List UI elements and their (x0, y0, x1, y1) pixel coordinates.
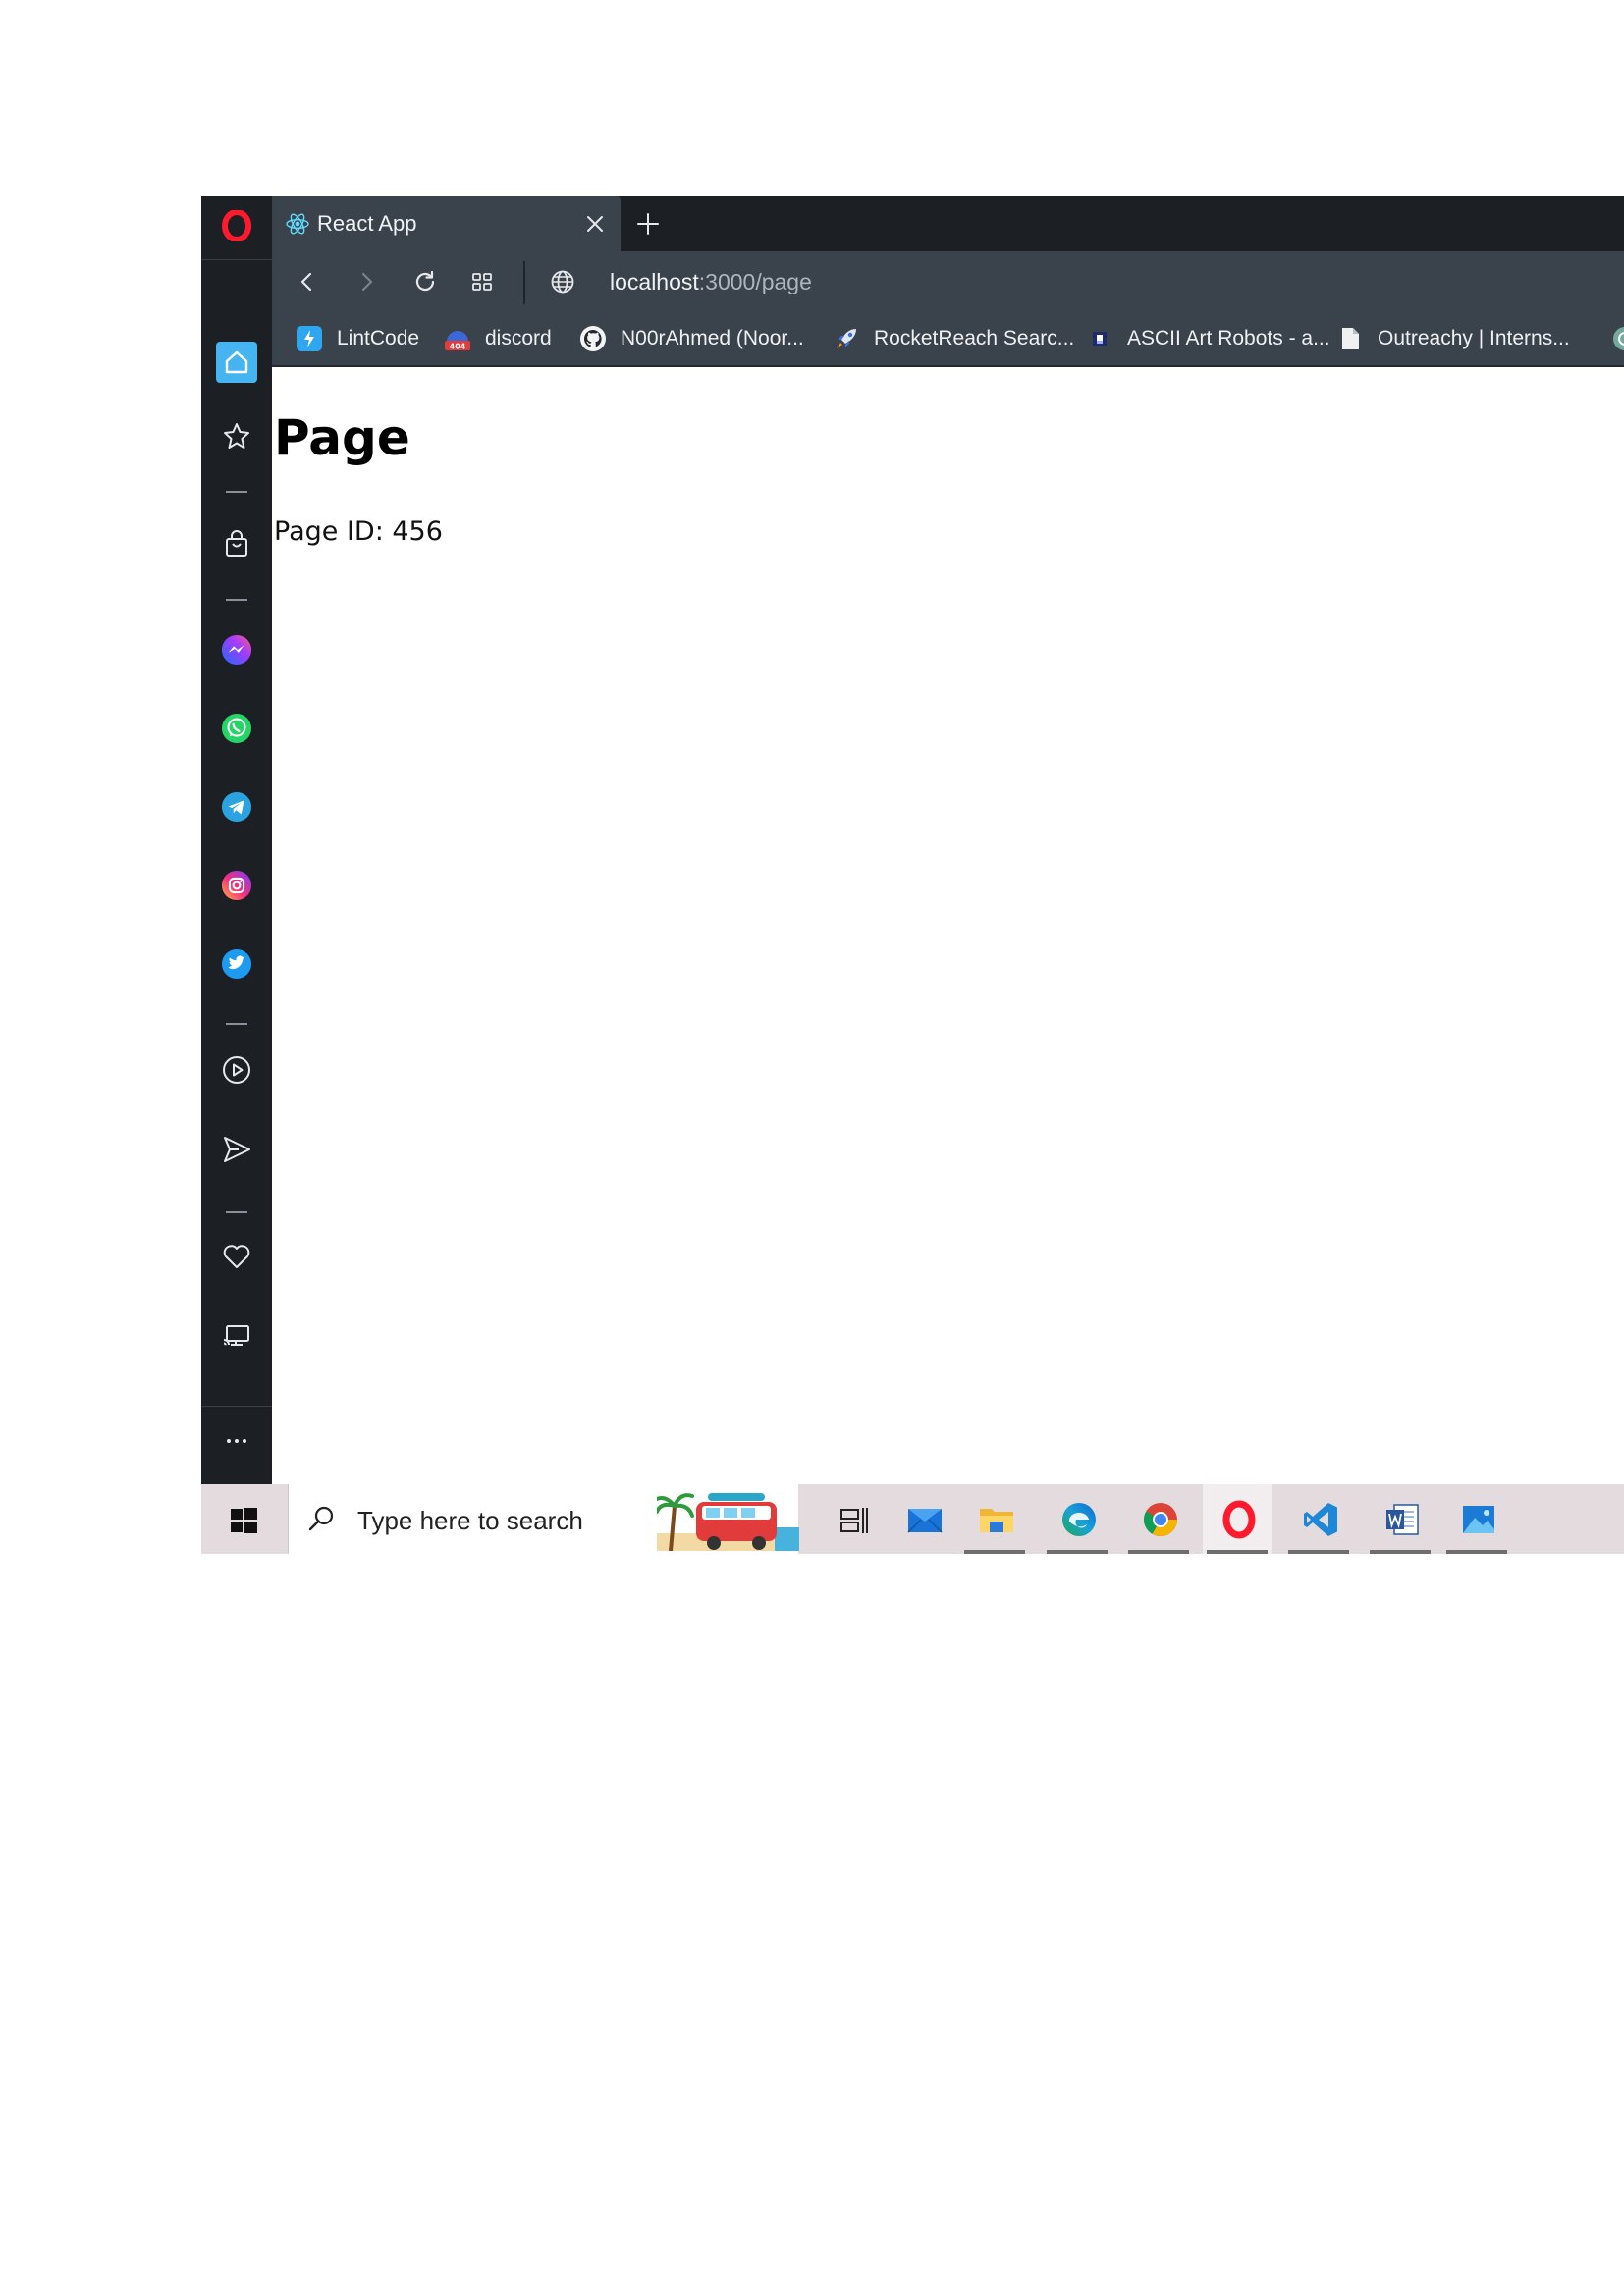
shopping-bag-icon[interactable] (221, 528, 252, 560)
document-icon (1342, 328, 1359, 349)
github-icon (580, 326, 606, 351)
sidebar-divider (201, 259, 272, 260)
taskbar-file-explorer[interactable] (960, 1484, 1029, 1554)
robot-icon (1093, 332, 1107, 346)
taskbar-chrome[interactable] (1124, 1484, 1193, 1554)
bookmark-ascii-art-robots[interactable]: ASCII Art Robots - a... (1086, 322, 1330, 355)
search-highlight-illustration (657, 1493, 799, 1551)
bookmark-rocketreach[interactable]: RocketReach Searc... (833, 322, 1074, 355)
address-input[interactable]: localhost:3000/page (610, 269, 812, 294)
edge-icon (1062, 1503, 1096, 1536)
photos-icon (1463, 1506, 1494, 1533)
404-icon: 404 (445, 331, 470, 351)
bookmark-overflow[interactable] (1611, 322, 1624, 355)
mail-icon (907, 1509, 943, 1533)
page-title: Page (274, 409, 410, 466)
back-icon[interactable] (294, 268, 321, 295)
bookmark-discord[interactable]: 404 discord (444, 322, 552, 355)
page-content: Page Page ID: 456 (272, 367, 1624, 1484)
whatsapp-icon[interactable] (221, 713, 252, 744)
taskbar-photos[interactable] (1442, 1484, 1511, 1554)
chrome-icon (1144, 1503, 1177, 1536)
taskbar-edge[interactable] (1043, 1484, 1111, 1554)
navigation-bar: localhost:3000/page (272, 251, 1624, 312)
send-icon[interactable] (221, 1134, 252, 1165)
word-icon (1386, 1504, 1419, 1535)
chatgpt-icon (1613, 327, 1624, 350)
tab-strip: React App (272, 196, 1624, 251)
new-tab-icon[interactable] (635, 211, 661, 237)
sidebar-separator (226, 599, 247, 601)
player-icon[interactable] (221, 1054, 252, 1086)
taskbar-task-view[interactable] (818, 1484, 887, 1554)
search-icon (308, 1506, 334, 1531)
opera-logo-icon[interactable] (221, 210, 252, 241)
home-icon[interactable] (216, 342, 257, 383)
rocket-icon (837, 329, 856, 348)
sidebar-separator (226, 1023, 247, 1025)
file-explorer-icon (980, 1509, 1013, 1532)
tabs-grid-icon[interactable] (468, 268, 496, 295)
screenshot-window: React App localhost:3000/page LintCode 4… (201, 196, 1624, 1554)
search-placeholder: Type here to search (357, 1506, 583, 1535)
tab-title: React App (317, 211, 417, 236)
messenger-icon[interactable] (221, 634, 252, 666)
bookmarks-bar: LintCode 404 discord N00rAhmed (Noor... … (272, 312, 1624, 367)
lintcode-icon (297, 326, 322, 351)
heart-icon[interactable] (221, 1241, 252, 1272)
bookmark-label: LintCode (337, 327, 420, 349)
globe-icon[interactable] (549, 268, 576, 295)
taskbar-opera[interactable] (1203, 1484, 1272, 1554)
url-path: :3000/page (698, 269, 812, 294)
taskbar-search-box[interactable]: Type here to search (288, 1484, 799, 1554)
bookmark-label: ASCII Art Robots - a... (1127, 327, 1330, 349)
cast-icon[interactable] (221, 1319, 252, 1351)
tab-react-app[interactable]: React App (272, 196, 621, 251)
svg-text:404: 404 (450, 343, 466, 351)
sidebar-divider (201, 1406, 272, 1407)
taskbar-mail[interactable] (889, 1484, 957, 1554)
opera-sidebar (201, 196, 272, 1484)
task-view-icon (840, 1508, 868, 1533)
sidebar-separator (226, 491, 247, 493)
more-icon[interactable] (221, 1435, 252, 1447)
reload-icon[interactable] (411, 268, 439, 295)
bookmark-label: N00rAhmed (Noor... (621, 327, 804, 349)
taskbar-vscode[interactable] (1284, 1484, 1353, 1554)
toolbar-divider (523, 261, 525, 304)
vscode-icon (1304, 1503, 1337, 1536)
instagram-icon[interactable] (221, 870, 252, 901)
bookmark-outreachy[interactable]: Outreachy | Interns... (1336, 322, 1570, 355)
forward-icon[interactable] (352, 268, 380, 295)
bookmark-lintcode[interactable]: LintCode (296, 322, 419, 355)
twitter-icon[interactable] (221, 948, 252, 980)
bookmark-github[interactable]: N00rAhmed (Noor... (579, 322, 804, 355)
telegram-icon[interactable] (221, 791, 252, 823)
opera-icon (1222, 1500, 1256, 1539)
taskbar-word[interactable] (1366, 1484, 1435, 1554)
url-host: localhost (610, 269, 699, 294)
windows-taskbar: Type here to search (201, 1484, 1624, 1554)
close-tab-icon[interactable] (584, 213, 606, 235)
bookmark-label: Outreachy | Interns... (1378, 327, 1570, 349)
react-logo-icon (286, 213, 309, 235)
bookmark-label: discord (485, 327, 552, 349)
page-id-text: Page ID: 456 (274, 516, 443, 547)
bookmark-label: RocketReach Searc... (874, 327, 1075, 349)
windows-start-icon[interactable] (229, 1506, 258, 1535)
sidebar-separator (226, 1211, 247, 1213)
star-icon[interactable] (221, 420, 252, 452)
